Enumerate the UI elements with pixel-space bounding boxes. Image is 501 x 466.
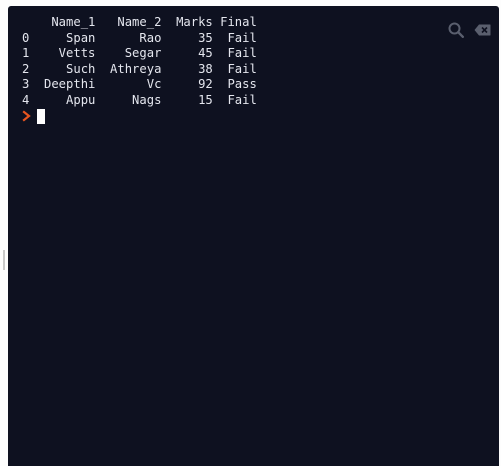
input-prompt-row[interactable] [22, 108, 45, 124]
output-line: Name_1 Name_2 Marks Final [22, 15, 257, 29]
output-line: 3 Deepthi Vc 92 Pass [22, 77, 257, 91]
text-cursor[interactable] [37, 108, 45, 124]
search-icon[interactable] [448, 22, 464, 38]
output-line: 2 Such Athreya 38 Fail [22, 61, 257, 76]
output-line: 0 Span Rao 35 Fail [22, 30, 257, 45]
resize-handle[interactable] [3, 250, 5, 270]
output-line: 1 Vetts Segar 45 Fail [22, 46, 257, 60]
console-output: Name_1 Name_2 Marks Final 0 Span Rao 35 F… [22, 15, 257, 108]
console-panel[interactable]: Name_1 Name_2 Marks Final 0 Span Rao 35 F… [8, 6, 499, 466]
output-line: 4 Appu Nags 15 Fail [22, 92, 257, 107]
clear-console-icon[interactable] [474, 24, 491, 36]
window-frame: Name_1 Name_2 Marks Final 0 Span Rao 35 F… [0, 0, 501, 466]
prompt-chevron-icon [22, 110, 31, 122]
